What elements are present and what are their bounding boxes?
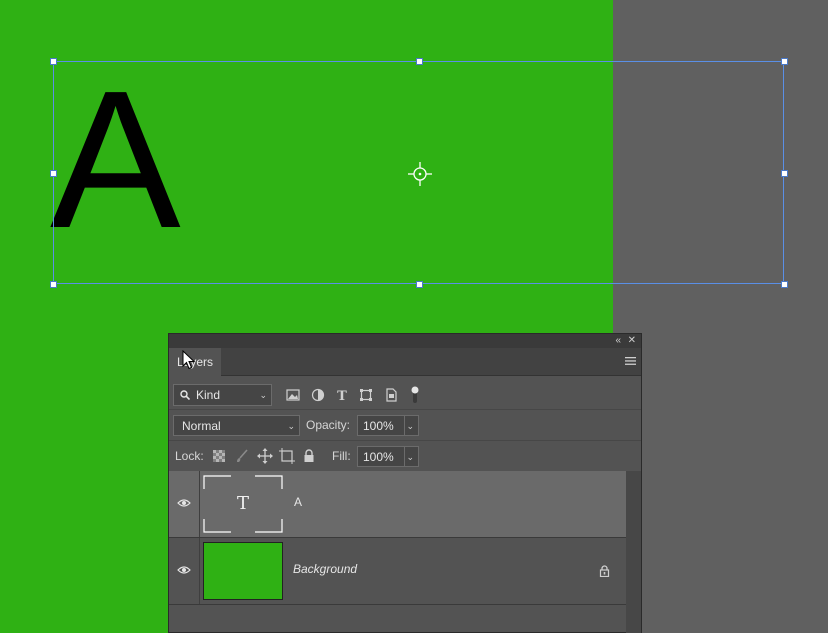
layer-name[interactable]: A	[294, 495, 302, 509]
chevron-down-icon[interactable]: ⌄	[406, 447, 414, 467]
image-filter-icon[interactable]	[286, 388, 300, 402]
background-layer-thumbnail[interactable]	[203, 542, 283, 600]
blend-mode-value: Normal	[182, 419, 221, 433]
layers-list: T A Background	[169, 471, 626, 605]
lock-row: Lock: Fill: 100% ⌄	[169, 441, 641, 472]
mouse-cursor-icon	[182, 350, 196, 370]
chevron-down-icon[interactable]: ⌄	[406, 416, 414, 436]
search-icon	[180, 390, 190, 400]
fill-label: Fill:	[332, 449, 351, 463]
divider	[199, 538, 200, 604]
transform-handle-bottom-left[interactable]	[50, 281, 57, 288]
filter-toggle-icon[interactable]	[410, 386, 420, 404]
transform-handle-top-left[interactable]	[50, 58, 57, 65]
eye-icon[interactable]	[177, 498, 191, 508]
divider	[404, 447, 405, 466]
lock-icon	[599, 565, 610, 577]
transform-handle-top-center[interactable]	[416, 58, 423, 65]
filter-row: Kind ⌄ T	[169, 376, 641, 410]
chevron-down-icon: ⌄	[259, 390, 267, 400]
layer-row-text[interactable]: T A	[169, 471, 626, 538]
lock-position-icon[interactable]	[257, 448, 273, 464]
type-filter-icon[interactable]: T	[335, 388, 349, 402]
transform-handle-middle-left[interactable]	[50, 170, 57, 177]
eye-icon[interactable]	[177, 565, 191, 575]
lock-paint-icon[interactable]	[235, 449, 249, 463]
fill-input[interactable]: 100% ⌄	[357, 446, 419, 467]
opacity-value: 100%	[363, 419, 394, 433]
panel-tab-bar: Layers	[169, 348, 641, 376]
opacity-input[interactable]: 100% ⌄	[357, 415, 419, 436]
layers-scrollbar[interactable]	[626, 471, 641, 633]
layers-panel: « ✕ Layers Kind ⌄ T	[168, 333, 642, 633]
lock-all-icon[interactable]	[302, 449, 316, 463]
close-icon[interactable]: ✕	[628, 334, 636, 348]
divider	[404, 416, 405, 435]
layer-row-background[interactable]: Background	[169, 538, 626, 605]
smart-object-filter-icon[interactable]	[384, 388, 398, 402]
transform-handle-bottom-center[interactable]	[416, 281, 423, 288]
blend-mode-dropdown[interactable]: Normal ⌄	[173, 415, 300, 436]
transform-handle-middle-right[interactable]	[781, 170, 788, 177]
panel-header-strip: « ✕	[169, 334, 641, 348]
svg-text:T: T	[337, 389, 347, 402]
lock-label: Lock:	[175, 449, 204, 463]
double-chevron-left-icon[interactable]: «	[615, 334, 621, 348]
filter-kind-dropdown[interactable]: Kind ⌄	[173, 384, 272, 406]
layer-name[interactable]: Background	[293, 562, 357, 576]
adjustment-filter-icon[interactable]	[311, 388, 325, 402]
reference-point-icon[interactable]	[408, 162, 432, 186]
transform-handle-bottom-right[interactable]	[781, 281, 788, 288]
blend-row: Normal ⌄ Opacity: 100% ⌄	[169, 410, 641, 441]
type-layer-glyph: T	[236, 493, 249, 514]
text-layer-thumbnail[interactable]: T	[203, 475, 283, 533]
fill-value: 100%	[363, 450, 394, 464]
divider	[199, 471, 200, 537]
shape-filter-icon[interactable]	[359, 388, 373, 402]
lock-transparent-icon[interactable]	[212, 449, 226, 463]
filter-kind-label: Kind	[196, 388, 221, 402]
opacity-label: Opacity:	[306, 418, 351, 432]
transform-handle-top-right[interactable]	[781, 58, 788, 65]
chevron-down-icon: ⌄	[287, 421, 295, 431]
hamburger-menu-icon[interactable]	[625, 356, 636, 366]
lock-artboard-icon[interactable]	[279, 448, 295, 464]
